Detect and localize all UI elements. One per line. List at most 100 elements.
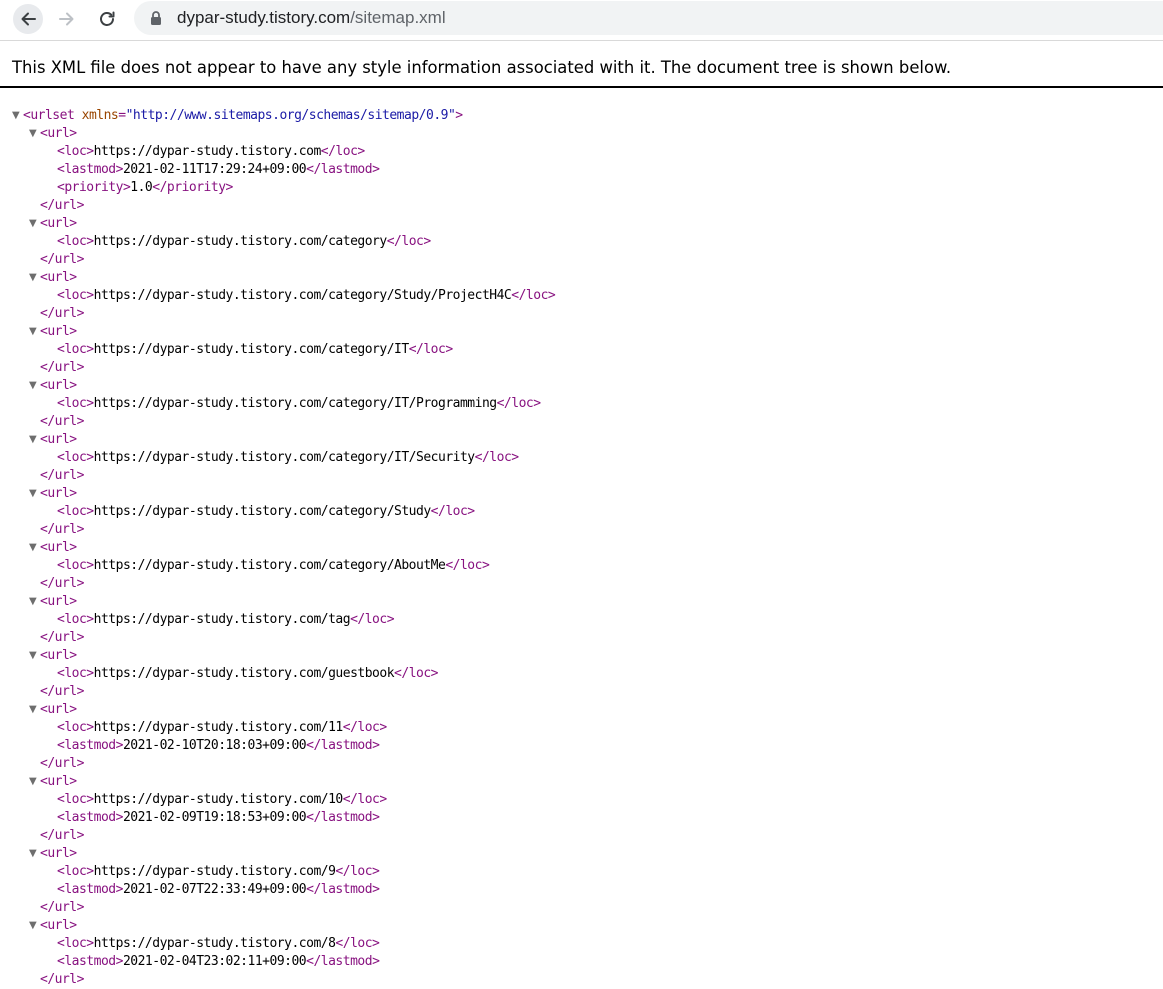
- notice-divider: [0, 86, 1163, 88]
- loc-value: https://dypar-study.tistory.com: [93, 144, 322, 159]
- url-open-tag: <url>: [40, 918, 77, 933]
- collapse-triangle-icon[interactable]: ▼: [29, 701, 37, 719]
- lastmod-close-tag: </lastmod>: [306, 882, 380, 897]
- loc-open-tag: <loc>: [57, 342, 94, 357]
- loc-close-tag: </loc>: [342, 720, 387, 735]
- loc-value: https://dypar-study.tistory.com/category…: [93, 450, 476, 465]
- loc-line: <loc>https://dypar-study.tistory.com/8</…: [0, 935, 555, 953]
- url-close-line: </url>: [0, 899, 555, 917]
- loc-value: https://dypar-study.tistory.com/category…: [93, 342, 410, 357]
- lastmod-line: <lastmod>2021-02-04T23:02:11+09:00</last…: [0, 953, 555, 971]
- loc-line: <loc>https://dypar-study.tistory.com/cat…: [0, 287, 556, 305]
- loc-open-tag: <loc>: [57, 396, 94, 411]
- priority-close-tag: </priority>: [152, 180, 233, 195]
- collapse-triangle-icon[interactable]: ▼: [29, 431, 37, 449]
- url-open-line: ▼ <url>: [0, 845, 555, 863]
- loc-line: <loc>https://dypar-study.tistory.com/cat…: [0, 233, 555, 251]
- loc-value: https://dypar-study.tistory.com/category…: [93, 396, 497, 411]
- collapse-triangle-icon[interactable]: ▼: [29, 539, 37, 557]
- url-close-line: </url>: [0, 683, 555, 701]
- arrow-left-icon: [21, 12, 36, 26]
- url-close-tag: </url>: [40, 468, 84, 483]
- lastmod-line: <lastmod>2021-02-07T22:33:49+09:00</last…: [0, 881, 555, 899]
- lastmod-close-tag: </lastmod>: [306, 954, 380, 969]
- reload-icon: [100, 11, 115, 26]
- loc-value: https://dypar-study.tistory.com/guestboo…: [93, 666, 395, 681]
- lastmod-close-tag: </lastmod>: [306, 810, 380, 825]
- collapse-triangle-icon[interactable]: ▼: [29, 647, 37, 665]
- loc-close-tag: </loc>: [335, 864, 380, 879]
- collapse-triangle-icon[interactable]: ▼: [12, 107, 20, 125]
- lastmod-line: <lastmod>2021-02-09T19:18:53+09:00</last…: [0, 809, 555, 827]
- collapse-triangle-icon[interactable]: ▼: [29, 125, 37, 143]
- collapse-triangle-icon[interactable]: ▼: [29, 845, 37, 863]
- address-bar[interactable]: dypar-study.tistory.com/sitemap.xml: [134, 1, 1163, 35]
- url-close-tag: </url>: [40, 684, 84, 699]
- url-open-tag: <url>: [40, 846, 77, 861]
- loc-line: <loc>https://dypar-study.tistory.com/cat…: [0, 341, 555, 359]
- url-close-line: </url>: [0, 521, 555, 539]
- url-close-line: </url>: [0, 197, 555, 215]
- url-text[interactable]: dypar-study.tistory.com/sitemap.xml: [177, 8, 446, 28]
- loc-line: <loc>https://dypar-study.tistory.com/cat…: [0, 449, 555, 467]
- url-close-tag: </url>: [40, 522, 84, 537]
- loc-value: https://dypar-study.tistory.com/8: [93, 936, 336, 951]
- loc-line: <loc>https://dypar-study.tistory.com/10<…: [0, 791, 555, 809]
- lastmod-line: <lastmod>2021-02-10T20:18:03+09:00</last…: [0, 737, 555, 755]
- url-host: dypar-study.tistory.com: [177, 8, 351, 27]
- url-open-tag: <url>: [40, 594, 77, 609]
- loc-open-tag: <loc>: [57, 792, 94, 807]
- url-open-line: ▼ <url>: [0, 773, 555, 791]
- url-close-line: </url>: [0, 575, 555, 593]
- collapse-triangle-icon[interactable]: ▼: [29, 323, 37, 341]
- loc-line: <loc>https://dypar-study.tistory.com/9</…: [0, 863, 555, 881]
- url-open-line: ▼ <url>: [0, 323, 555, 341]
- url-close-tag: </url>: [40, 252, 84, 267]
- loc-line: <loc>https://dypar-study.tistory.com/cat…: [0, 557, 555, 575]
- forward-button[interactable]: [52, 4, 82, 34]
- collapse-triangle-icon[interactable]: ▼: [29, 215, 37, 233]
- lock-icon[interactable]: [148, 10, 164, 26]
- collapse-triangle-icon[interactable]: ▼: [29, 917, 37, 935]
- url-open-line: ▼ <url>: [0, 647, 555, 665]
- loc-line: <loc>https://dypar-study.tistory.com/cat…: [0, 395, 555, 413]
- url-open-tag: <url>: [40, 324, 77, 339]
- back-button[interactable]: [13, 4, 43, 34]
- url-close-line: </url>: [0, 467, 555, 485]
- loc-open-tag: <loc>: [57, 288, 94, 303]
- collapse-triangle-icon[interactable]: ▼: [29, 773, 37, 791]
- loc-open-tag: <loc>: [57, 450, 94, 465]
- urlset-bracket: >: [455, 108, 463, 123]
- lastmod-value: 2021-02-07T22:33:49+09:00: [122, 882, 307, 897]
- loc-value: https://dypar-study.tistory.com/category…: [93, 504, 432, 519]
- url-close-line: </url>: [0, 971, 555, 989]
- url-open-tag: <url>: [40, 216, 77, 231]
- collapse-triangle-icon[interactable]: ▼: [29, 485, 37, 503]
- url-open-line: ▼ <url>: [0, 701, 555, 719]
- url-open-line: ▼ <url>: [0, 431, 555, 449]
- priority-value: 1.0: [130, 180, 153, 195]
- xml-document-tree: ▼ <urlset xmlns="http://www.sitemaps.org/…: [0, 107, 556, 989]
- loc-close-tag: </loc>: [430, 504, 475, 519]
- loc-close-tag: </loc>: [511, 288, 556, 303]
- url-close-tag: </url>: [40, 972, 84, 987]
- url-open-line: ▼ <url>: [0, 377, 555, 395]
- url-close-line: </url>: [0, 413, 555, 431]
- loc-line: <loc>https://dypar-study.tistory.com/11<…: [0, 719, 555, 737]
- url-close-line: </url>: [0, 629, 555, 647]
- url-close-tag: </url>: [40, 576, 84, 591]
- loc-value: https://dypar-study.tistory.com/category…: [93, 558, 446, 573]
- browser-toolbar: dypar-study.tistory.com/sitemap.xml: [0, 0, 1163, 41]
- collapse-triangle-icon[interactable]: ▼: [29, 377, 37, 395]
- loc-open-tag: <loc>: [57, 144, 94, 159]
- url-open-line: ▼ <url>: [0, 539, 555, 557]
- loc-open-tag: <loc>: [57, 504, 94, 519]
- loc-close-tag: </loc>: [350, 612, 395, 627]
- url-open-tag: <url>: [40, 432, 77, 447]
- reload-button[interactable]: [92, 4, 122, 34]
- priority-line: <priority>1.0</priority>: [0, 179, 555, 197]
- collapse-triangle-icon[interactable]: ▼: [29, 593, 37, 611]
- collapse-triangle-icon[interactable]: ▼: [29, 269, 37, 287]
- loc-close-tag: </loc>: [394, 666, 439, 681]
- url-close-tag: </url>: [40, 414, 84, 429]
